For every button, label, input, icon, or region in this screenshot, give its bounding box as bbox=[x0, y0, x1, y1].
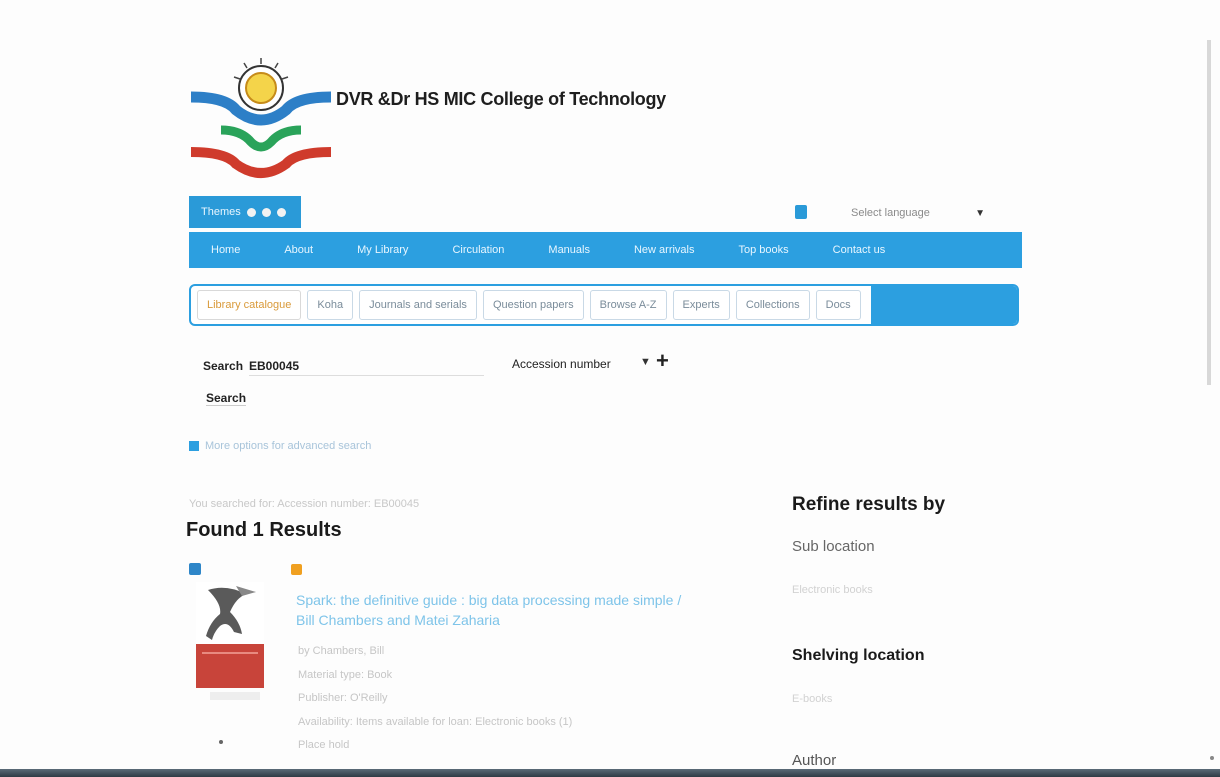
language-select-value: Select language bbox=[851, 207, 930, 219]
cover-caption bbox=[210, 692, 260, 700]
tab-collections[interactable]: Collections bbox=[735, 290, 810, 320]
tab-browse[interactable]: Browse A-Z bbox=[589, 290, 667, 320]
nav-item[interactable]: Circulation bbox=[452, 244, 504, 256]
result-publisher: Publisher: O'Reilly bbox=[298, 692, 388, 704]
chevron-down-icon: ▼ bbox=[975, 207, 985, 219]
language-select[interactable]: Select language ▼ bbox=[845, 203, 995, 223]
search-field-select[interactable]: Accession number bbox=[512, 357, 611, 371]
refine-heading: Refine results by bbox=[792, 494, 946, 515]
facet-author: Author bbox=[792, 752, 837, 769]
theme-dot-3[interactable] bbox=[276, 207, 286, 217]
nav-item[interactable]: My Library bbox=[357, 244, 408, 256]
results-count: Found 1 Results bbox=[186, 519, 342, 541]
result-actions bbox=[189, 563, 302, 575]
chevron-down-icon: ▼ bbox=[640, 356, 651, 368]
nav-item[interactable]: Home bbox=[211, 244, 240, 256]
nav-item[interactable]: About bbox=[284, 244, 313, 256]
result-title-link[interactable]: Spark: the definitive guide : big data p… bbox=[296, 590, 696, 630]
college-logo bbox=[186, 52, 336, 187]
tab-library-catalogue[interactable]: Library catalogue bbox=[197, 290, 302, 320]
tabs-end-cap bbox=[870, 286, 1017, 324]
result-material-type: Material type: Book bbox=[298, 669, 393, 681]
taskbar bbox=[0, 769, 1220, 777]
search-label: Search bbox=[203, 359, 244, 373]
scroll-indicator bbox=[1210, 756, 1214, 760]
facet-shelving-location: Shelving location bbox=[792, 647, 925, 664]
search-tabs: Library catalogue Koha Journals and seri… bbox=[189, 284, 1019, 326]
search-summary: You searched for: Accession number: EB00… bbox=[189, 498, 420, 510]
rss-icon[interactable] bbox=[291, 563, 302, 575]
book-cover[interactable] bbox=[196, 582, 264, 688]
translate-icon bbox=[795, 205, 807, 219]
tab-koha[interactable]: Koha bbox=[307, 290, 354, 320]
save-icon[interactable] bbox=[189, 563, 201, 575]
tab-question-papers[interactable]: Question papers bbox=[482, 290, 584, 320]
tab-journals[interactable]: Journals and serials bbox=[359, 290, 477, 320]
place-hold-link[interactable]: Place hold bbox=[298, 739, 349, 751]
bullet-icon bbox=[219, 740, 223, 744]
themes-switcher[interactable]: Themes bbox=[189, 196, 301, 228]
facet-sub-location-value[interactable]: Electronic books bbox=[792, 584, 873, 596]
themes-label: Themes bbox=[201, 206, 241, 218]
advanced-search-label: More options for advanced search bbox=[205, 440, 372, 452]
advanced-search-link[interactable]: More options for advanced search bbox=[189, 440, 371, 452]
nav-item[interactable]: Manuals bbox=[548, 244, 590, 256]
main-nav: Home About My Library Circulation Manual… bbox=[189, 232, 1022, 268]
college-name: DVR &Dr HS MIC College of Technology bbox=[336, 89, 666, 109]
facet-shelving-value[interactable]: E-books bbox=[792, 693, 832, 705]
scrollbar[interactable] bbox=[1207, 40, 1211, 385]
add-search-field-button[interactable]: + bbox=[656, 348, 669, 374]
tab-experts[interactable]: Experts bbox=[672, 290, 730, 320]
facet-sub-location: Sub location bbox=[792, 538, 875, 555]
search-button[interactable]: Search bbox=[206, 391, 247, 406]
nav-item[interactable]: Contact us bbox=[833, 244, 886, 256]
tab-docs[interactable]: Docs bbox=[815, 290, 861, 320]
theme-dot-1[interactable] bbox=[246, 207, 256, 217]
theme-dot-2[interactable] bbox=[261, 207, 271, 217]
result-author[interactable]: by Chambers, Bill bbox=[298, 645, 384, 657]
result-availability: Availability: Items available for loan: … bbox=[298, 716, 573, 728]
nav-item[interactable]: Top books bbox=[739, 244, 789, 256]
search-input[interactable] bbox=[249, 357, 484, 376]
nav-item[interactable]: New arrivals bbox=[634, 244, 695, 256]
options-icon bbox=[189, 441, 199, 451]
